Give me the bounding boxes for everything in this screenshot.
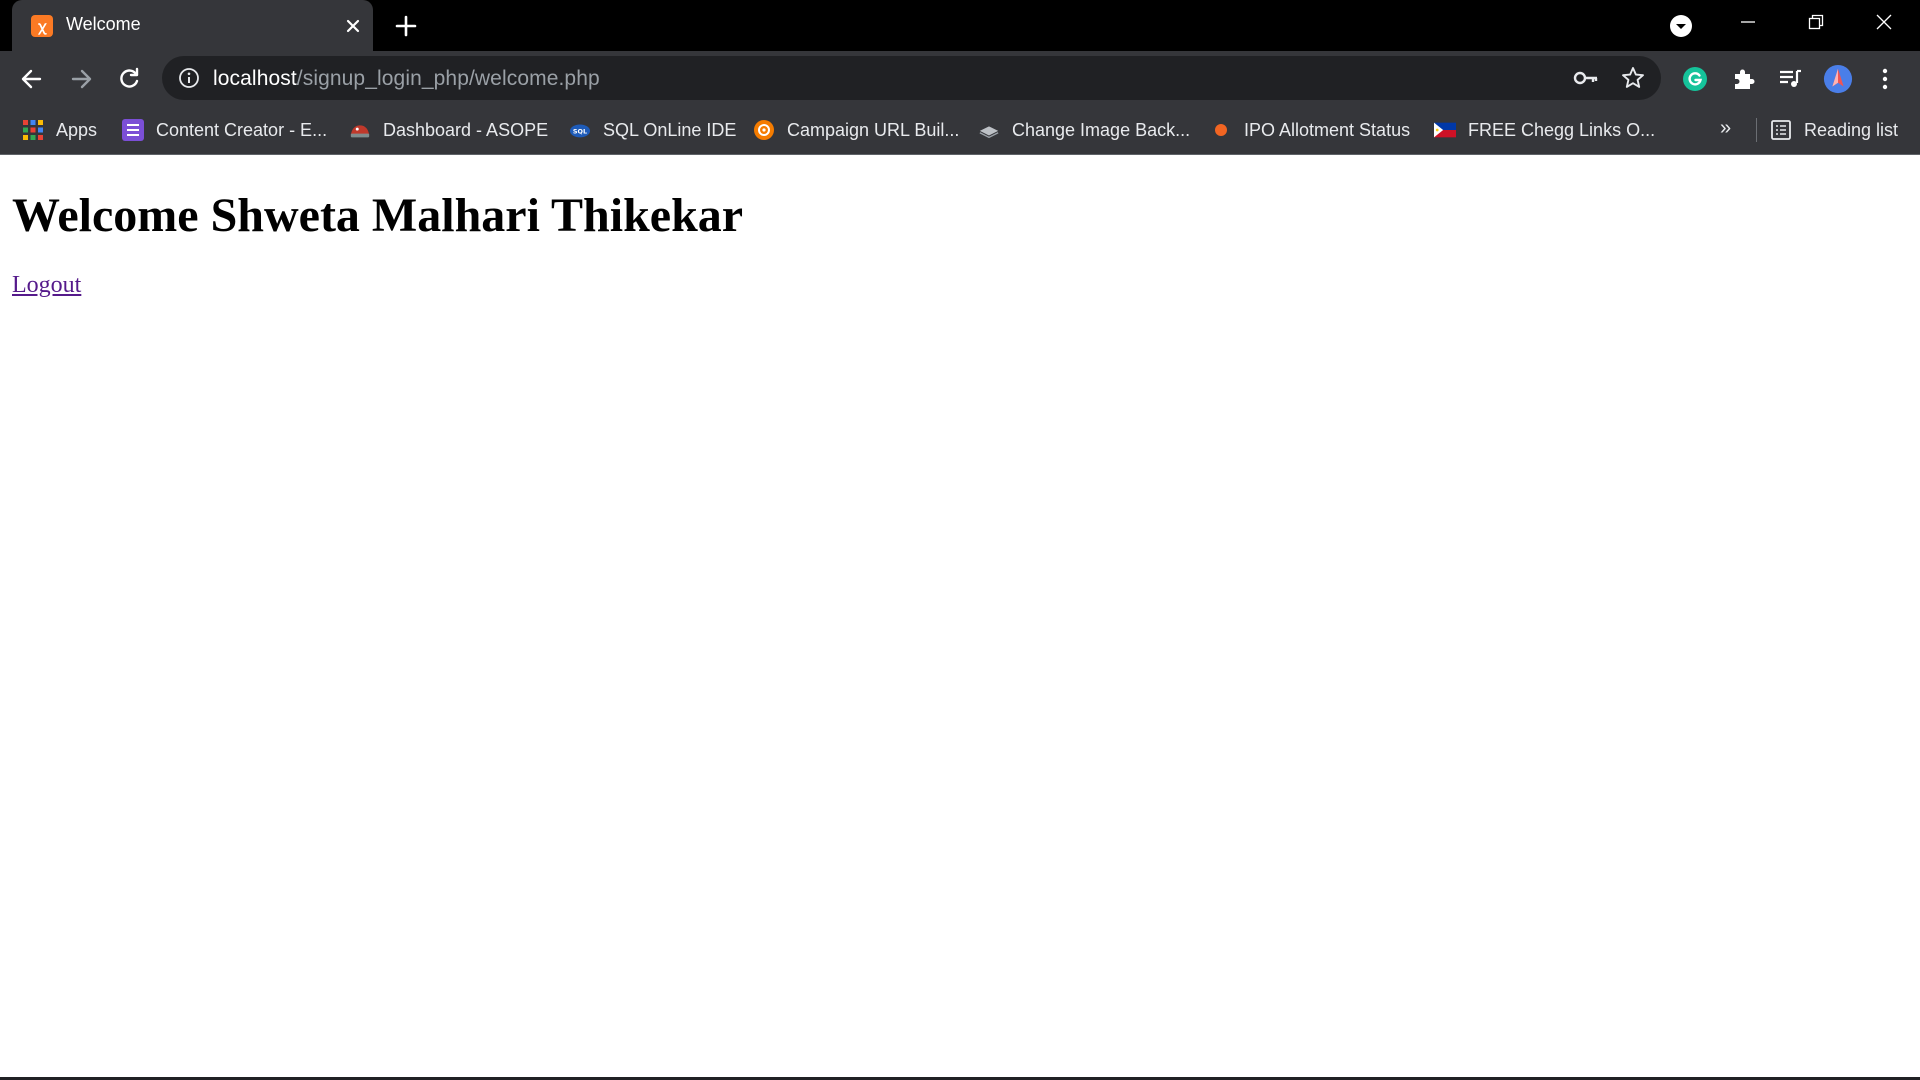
bookmark-label: Dashboard - ASOPE <box>383 119 549 140</box>
apps-grid-icon <box>22 119 44 141</box>
browser-titlebar: ꭓ Welcome <box>0 0 1920 51</box>
forward-arrow-icon[interactable] <box>65 63 97 95</box>
tab-welcome[interactable]: ꭓ Welcome <box>12 0 373 51</box>
bookmark-dashboard-asope[interactable]: Dashboard - ASOPE <box>349 115 548 145</box>
orange-dot-icon <box>1210 119 1232 141</box>
reload-icon[interactable] <box>113 63 145 95</box>
bookmark-free-chegg-links[interactable]: FREE Chegg Links O... <box>1434 115 1655 145</box>
extensions-puzzle-icon[interactable] <box>1728 64 1758 94</box>
page-content: Welcome Shweta Malhari Thikekar Logout <box>0 156 1920 1080</box>
bookmark-label: Content Creator - E... <box>156 119 328 140</box>
reading-list-icon <box>1770 119 1792 141</box>
bookmark-label: Apps <box>56 119 98 140</box>
password-key-icon[interactable] <box>1573 67 1599 89</box>
address-bar[interactable]: localhost/signup_login_php/welcome.php <box>162 56 1661 100</box>
restore-icon[interactable] <box>1782 0 1850 44</box>
url-host: localhost <box>213 67 297 90</box>
kebab-menu-icon[interactable] <box>1870 64 1900 94</box>
browser-toolbar: localhost/signup_login_php/welcome.php <box>0 51 1920 105</box>
reading-list-button[interactable]: Reading list <box>1770 115 1898 145</box>
bookmark-campaign-url-builder[interactable]: Campaign URL Buil... <box>753 115 959 145</box>
tab-close-icon[interactable] <box>340 13 366 39</box>
layers-icon <box>978 119 1000 141</box>
campaign-icon <box>753 119 775 141</box>
more-bookmarks-button[interactable]: » <box>1720 117 1731 140</box>
site-info-icon[interactable] <box>178 67 200 89</box>
minimize-icon[interactable] <box>1714 0 1782 44</box>
bookmark-label: SQL OnLine IDE <box>603 119 737 140</box>
bookmark-label: Change Image Back... <box>1012 119 1191 140</box>
sql-icon: SQL <box>569 119 591 141</box>
bookmarks-bar: Apps Content Creator - E... Dashboard - … <box>0 105 1920 155</box>
media-control-icon[interactable] <box>1775 64 1805 94</box>
window-close-icon[interactable] <box>1850 0 1918 44</box>
tab-search-icon[interactable] <box>1668 13 1694 39</box>
bookmark-apps[interactable]: Apps <box>22 115 97 145</box>
bookmark-star-icon[interactable] <box>1620 65 1646 91</box>
tab-title: Welcome <box>66 14 141 34</box>
content-creator-icon <box>122 119 144 141</box>
bookmark-label: IPO Allotment Status <box>1244 119 1411 140</box>
logout-link[interactable]: Logout <box>12 272 81 299</box>
bookmark-content-creator[interactable]: Content Creator - E... <box>122 115 327 145</box>
bookmark-change-image-background[interactable]: Change Image Back... <box>978 115 1190 145</box>
profile-avatar-icon[interactable] <box>1823 64 1853 94</box>
reading-list-label: Reading list <box>1804 119 1899 140</box>
url-path: /signup_login_php/welcome.php <box>296 67 600 90</box>
bookmark-label: FREE Chegg Links O... <box>1468 119 1656 140</box>
asope-icon <box>349 119 371 141</box>
bookmarks-divider <box>1756 118 1757 142</box>
new-tab-plus-icon[interactable] <box>392 12 420 40</box>
back-arrow-icon[interactable] <box>16 63 48 95</box>
bookmark-sql-online-ide[interactable]: SQL SQL OnLine IDE <box>569 115 736 145</box>
xampp-icon: ꭓ <box>30 14 54 38</box>
grammarly-extension-icon[interactable] <box>1680 64 1710 94</box>
svg-text:ꭓ: ꭓ <box>37 19 47 35</box>
bookmark-label: Campaign URL Buil... <box>787 119 960 140</box>
flag-icon <box>1434 119 1456 141</box>
bookmark-ipo-allotment-status[interactable]: IPO Allotment Status <box>1210 115 1410 145</box>
url-text[interactable]: localhost/signup_login_php/welcome.php <box>213 67 600 91</box>
welcome-heading: Welcome Shweta Malhari Thikekar <box>12 189 744 242</box>
svg-text:SQL: SQL <box>573 128 587 136</box>
